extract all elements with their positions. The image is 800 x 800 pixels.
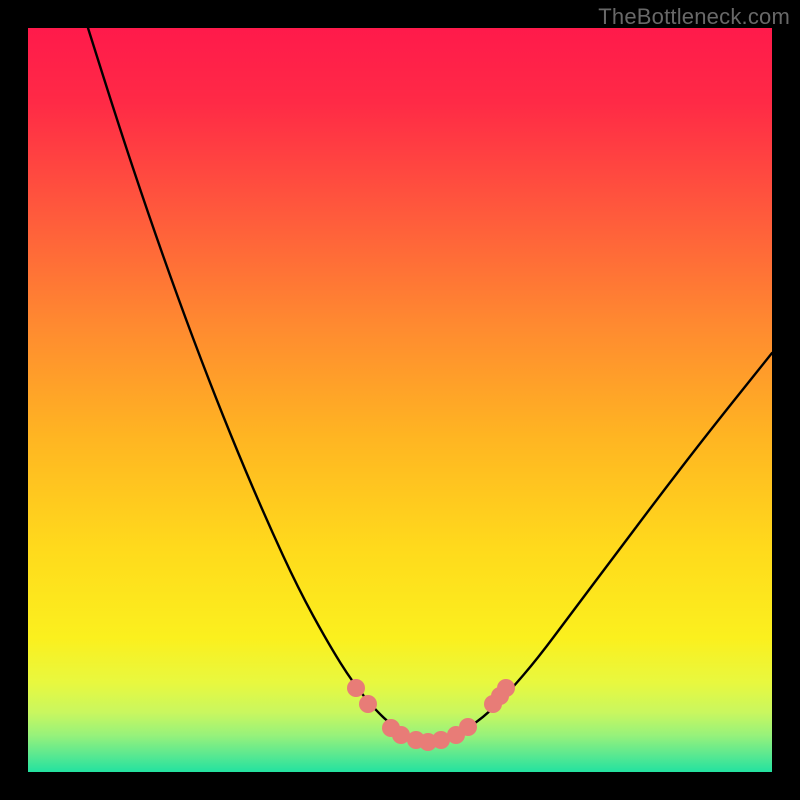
highlight-dot — [459, 718, 477, 736]
chart-svg — [28, 28, 772, 772]
highlight-dot — [359, 695, 377, 713]
highlight-dot — [497, 679, 515, 697]
outer-frame: TheBottleneck.com — [0, 0, 800, 800]
gradient-background — [28, 28, 772, 772]
watermark-text: TheBottleneck.com — [598, 4, 790, 30]
highlight-dot — [347, 679, 365, 697]
plot-area — [28, 28, 772, 772]
